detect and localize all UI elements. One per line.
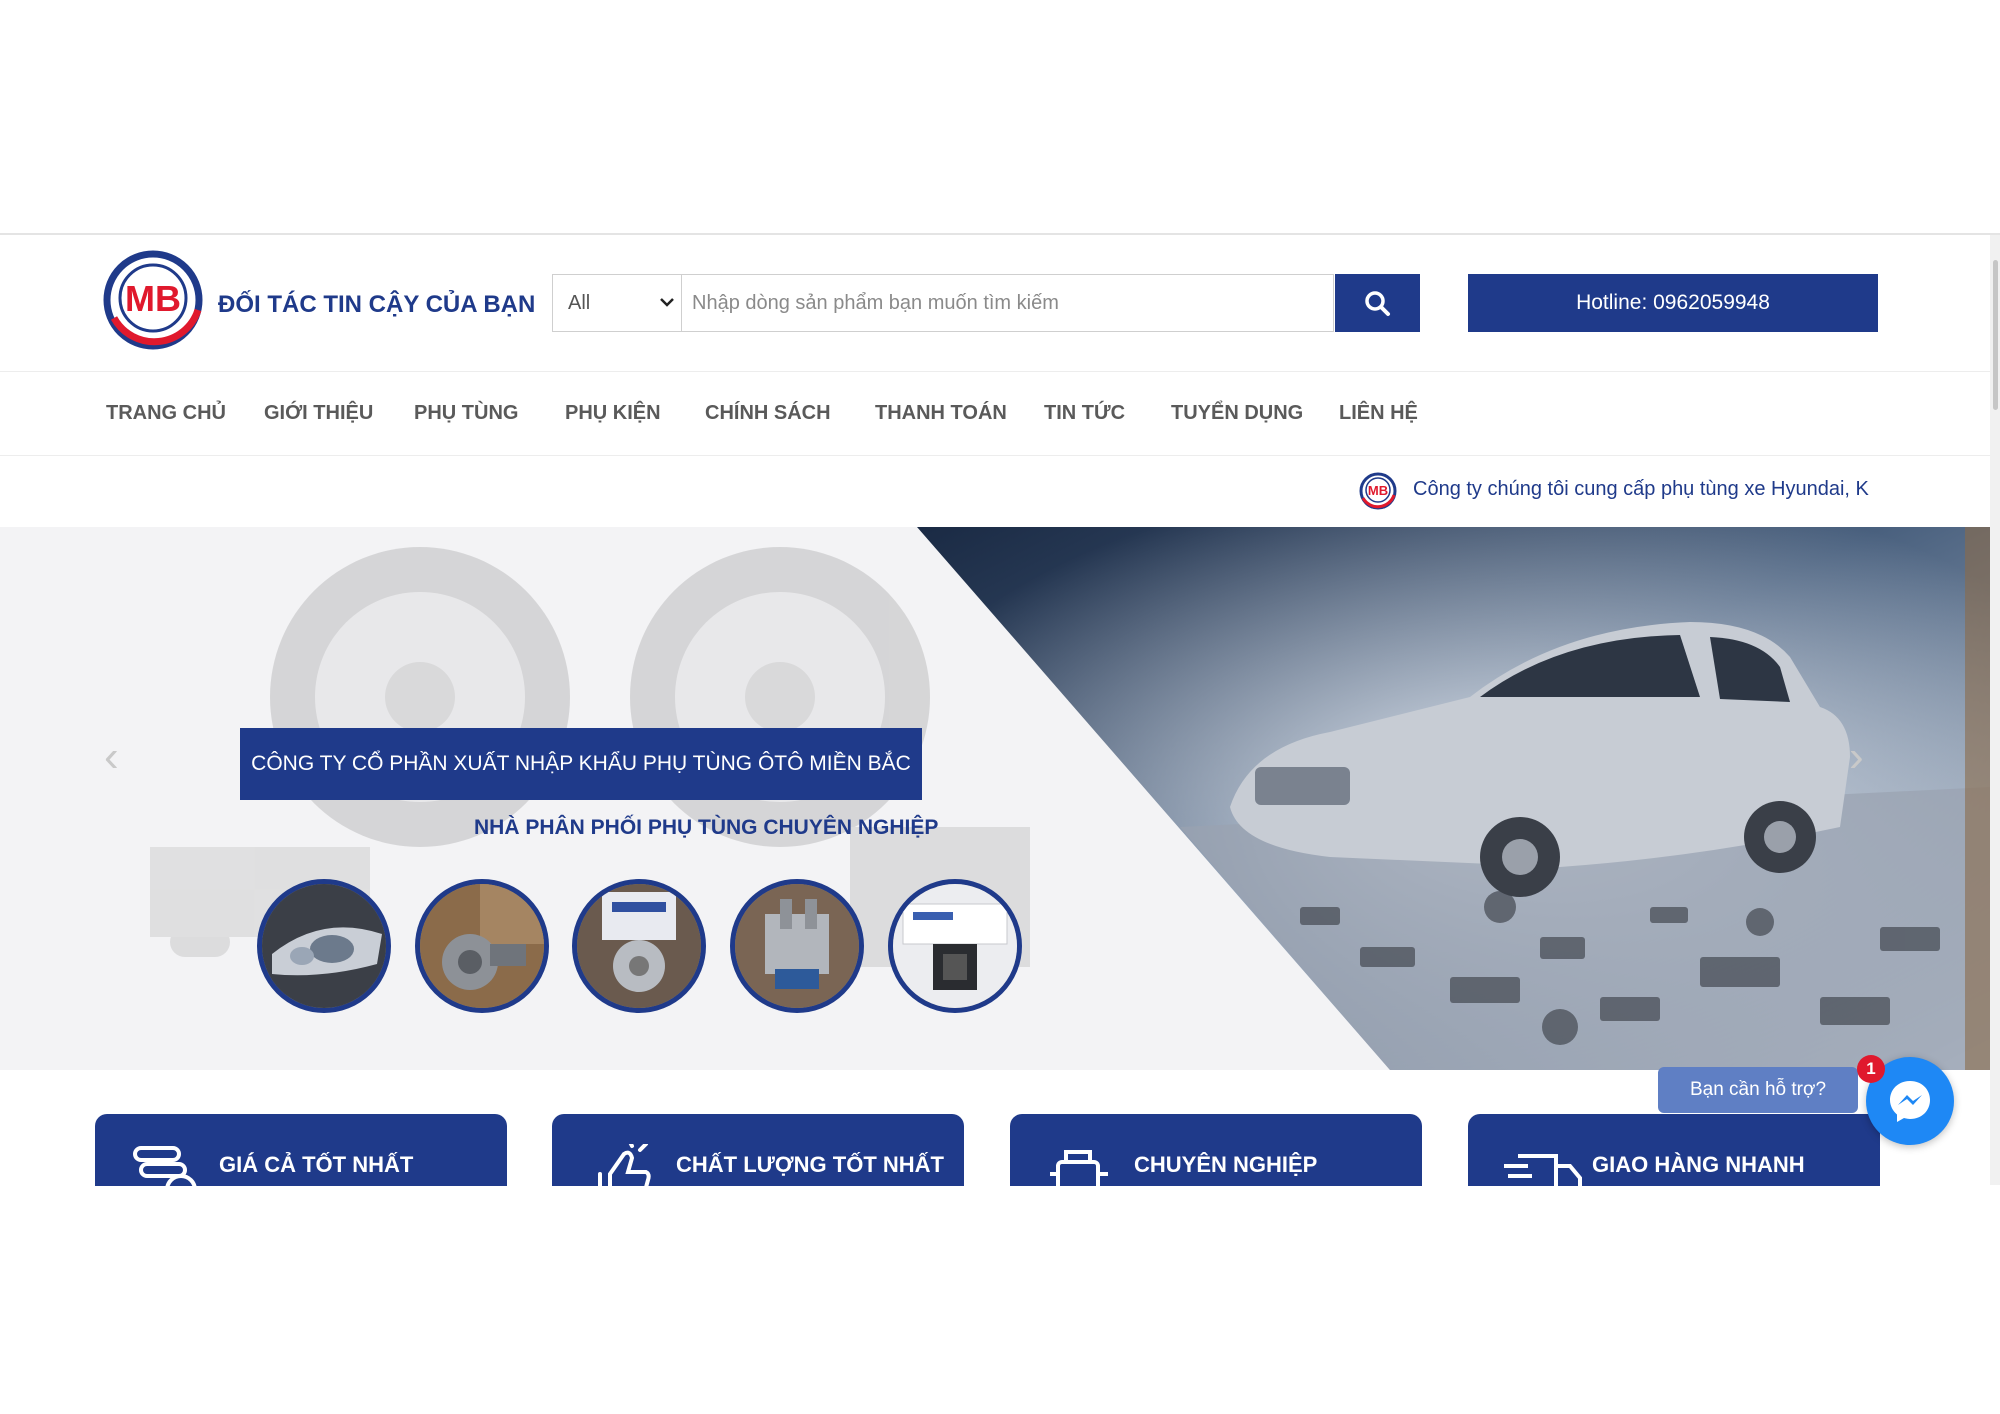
nav-item-phu-tung[interactable]: PHỤ TÙNG [414, 402, 518, 425]
turbo-image [420, 884, 544, 1008]
mb-logo[interactable]: MB [100, 248, 210, 352]
category-select-value: All [568, 292, 591, 314]
injector-image [735, 884, 859, 1008]
hotline-button[interactable]: Hotline: 0962059948 [1468, 274, 1878, 332]
nav-item-tuyen-dung[interactable]: TUYỂN DỤNG [1171, 402, 1303, 425]
search-input[interactable] [682, 274, 1334, 332]
feature-label: CHẤT LƯỢNG TỐT NHẤT [676, 1152, 944, 1177]
truck-icon [1504, 1154, 1582, 1186]
category-select[interactable]: All [552, 274, 682, 332]
banner-headline: CÔNG TY CỔ PHẦN XUẤT NHẬP KHẨU PHỤ TÙNG … [240, 728, 922, 800]
support-bubble[interactable]: Bạn cần hỗ trợ? [1658, 1067, 1858, 1113]
nav-item-trang-chu[interactable]: TRANG CHỦ [106, 402, 226, 425]
ticker-logo-icon: MB [1359, 472, 1397, 510]
ticker-text: Công ty chúng tôi cung cấp phụ tùng xe H… [1413, 478, 1869, 500]
chevron-down-icon [660, 298, 674, 307]
banner-subline: NHÀ PHÂN PHỐI PHỤ TÙNG CHUYÊN NGHIỆP [474, 816, 939, 839]
coins-icon [133, 1146, 197, 1186]
nav-item-lien-he[interactable]: LIÊN HỆ [1339, 402, 1418, 425]
engine-icon [1050, 1150, 1108, 1186]
nav-top-divider [0, 371, 1990, 372]
nav-item-gioi-thieu[interactable]: GIỚI THIỆU [264, 402, 373, 425]
nav-item-phu-kien[interactable]: PHỤ KIỆN [565, 402, 661, 425]
feature-label: GIÁ CẢ TỐT NHẤT [219, 1152, 414, 1177]
pump-image [577, 884, 701, 1008]
thumbs-up-icon [598, 1144, 651, 1186]
product-thumb-sensor[interactable] [888, 879, 1022, 1013]
nav-item-tin-tuc[interactable]: TIN TỨC [1044, 402, 1125, 425]
logo-text: MB [125, 278, 181, 319]
sensor-image [893, 884, 1017, 1008]
hero-banner[interactable]: ‹ › CÔNG TY CỔ PHẦN XUẤT NHẬP KHẨU PHỤ T… [0, 527, 1990, 1070]
scrollbar-thumb[interactable] [1993, 260, 1998, 410]
nav-item-thanh-toan[interactable]: THANH TOÁN [875, 402, 1007, 425]
carousel-next-button[interactable]: › [1849, 732, 1864, 782]
feature-card-best-price[interactable]: GIÁ CẢ TỐT NHẤT [95, 1114, 507, 1186]
nav-bottom-divider [0, 455, 1990, 456]
feature-label: GIAO HÀNG NHANH [1592, 1152, 1805, 1177]
search-button[interactable] [1335, 274, 1420, 332]
page-top-border [0, 233, 2000, 235]
feature-card-fast-delivery[interactable]: GIAO HÀNG NHANH [1468, 1114, 1880, 1186]
product-thumb-injector[interactable] [730, 879, 864, 1013]
headlight-image [262, 884, 386, 1008]
feature-label: CHUYÊN NGHIỆP [1134, 1152, 1318, 1177]
feature-card-professional[interactable]: CHUYÊN NGHIỆP [1010, 1114, 1422, 1186]
product-thumb-turbo[interactable] [415, 879, 549, 1013]
carousel-prev-button[interactable]: ‹ [104, 732, 119, 782]
messenger-icon [1890, 1081, 1930, 1122]
notification-badge: 1 [1857, 1055, 1885, 1083]
tagline: ĐỐI TÁC TIN CẬY CỦA BẠN [218, 291, 536, 318]
nav-item-chinh-sach[interactable]: CHÍNH SÁCH [705, 402, 831, 425]
search-icon [1365, 291, 1390, 316]
ticker-logo-text: MB [1368, 483, 1388, 498]
product-thumb-pump[interactable] [572, 879, 706, 1013]
product-thumb-headlight[interactable] [257, 879, 391, 1013]
feature-card-best-quality[interactable]: CHẤT LƯỢNG TỐT NHẤT [552, 1114, 964, 1186]
